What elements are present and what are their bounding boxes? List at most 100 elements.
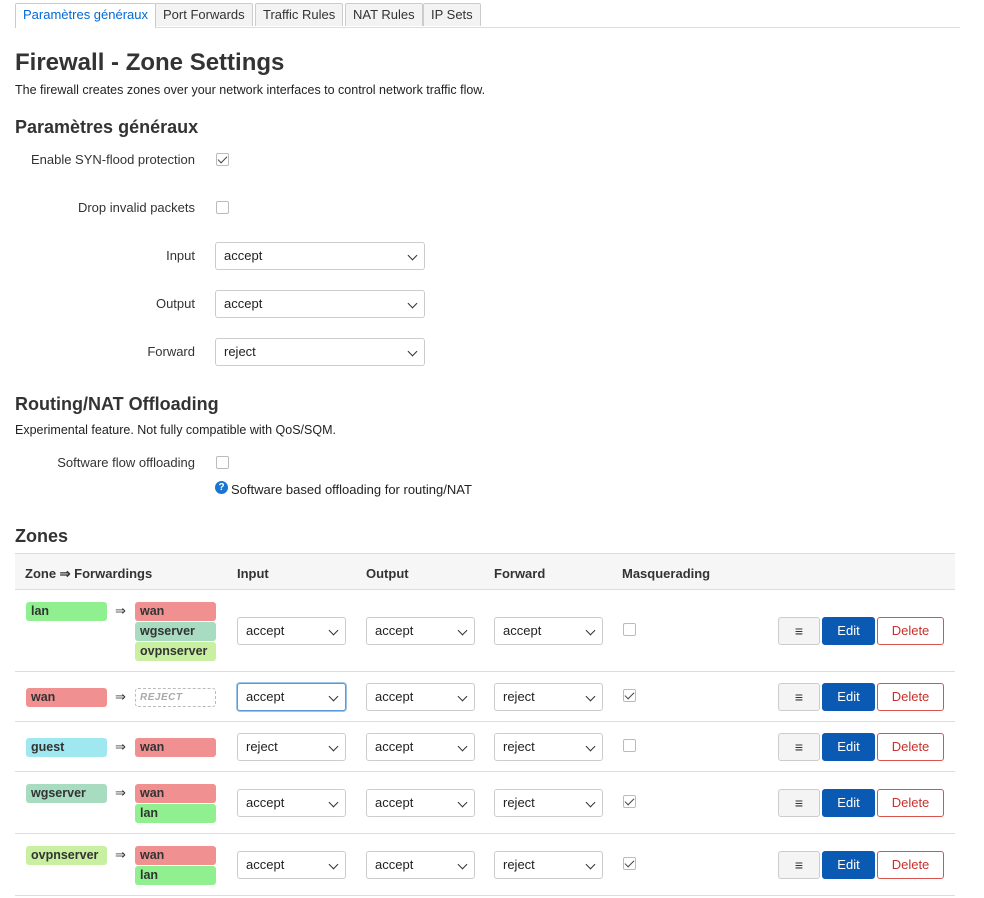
zone-input-value: accept — [246, 623, 285, 638]
zone-forward-value: reject — [503, 689, 535, 704]
forward-zone-badge: lan — [135, 804, 216, 823]
tab-nat-rules[interactable]: NAT Rules — [345, 3, 423, 26]
masquerading-checkbox[interactable] — [623, 689, 636, 702]
syn-flood-checkbox[interactable] — [216, 153, 229, 166]
offload-description: Experimental feature. Not fully compatib… — [15, 423, 336, 437]
chevron-down-icon — [585, 859, 596, 870]
forward-arrow-icon: ⇒ — [115, 739, 126, 754]
delete-button[interactable]: Delete — [877, 683, 944, 711]
zone-output-value: accept — [375, 689, 414, 704]
delete-button[interactable]: Delete — [877, 789, 944, 817]
zone-badge: wan — [26, 688, 107, 707]
chevron-down-icon — [457, 691, 468, 702]
table-row: lan ⇒ wan wgserver ovpnserver accept accept acc… — [15, 590, 955, 672]
edit-button[interactable]: Edit — [822, 733, 875, 761]
masquerading-checkbox[interactable] — [623, 857, 636, 870]
zone-forward-value: reject — [503, 739, 535, 754]
zone-badge: lan — [26, 602, 107, 621]
edit-button[interactable]: Edit — [822, 851, 875, 879]
sw-offload-help-text: Software based offloading for routing/NA… — [231, 482, 472, 497]
chevron-down-icon — [457, 859, 468, 870]
forward-zone-badge: wan — [135, 784, 216, 803]
col-input: Input — [237, 566, 269, 581]
forward-arrow-icon: ⇒ — [115, 689, 126, 704]
general-section-title: Paramètres généraux — [15, 117, 199, 137]
forward-policy-label: Forward — [147, 344, 195, 359]
zone-output-select[interactable]: accept — [366, 851, 475, 879]
output-policy-select[interactable]: accept — [215, 290, 425, 318]
zone-output-select[interactable]: accept — [366, 683, 475, 711]
col-output: Output — [366, 566, 409, 581]
page-description: The firewall creates zones over your net… — [15, 83, 486, 97]
zone-forward-select[interactable]: reject — [494, 851, 603, 879]
zone-forward-value: reject — [503, 795, 535, 810]
input-policy-select[interactable]: accept — [215, 242, 425, 270]
chevron-down-icon — [328, 859, 339, 870]
reorder-handle-icon[interactable]: ≡ — [778, 683, 820, 711]
offload-section-title: Routing/NAT Offloading — [15, 394, 219, 414]
reorder-handle-icon[interactable]: ≡ — [778, 789, 820, 817]
zone-output-select[interactable]: accept — [366, 733, 475, 761]
zone-output-value: accept — [375, 795, 414, 810]
forward-zone-badge: lan — [135, 866, 216, 885]
forward-zone-badge: wan — [135, 846, 216, 865]
zone-input-select[interactable]: accept — [237, 851, 346, 879]
zone-forward-select[interactable]: reject — [494, 683, 603, 711]
input-policy-label: Input — [166, 248, 195, 263]
chevron-down-icon — [328, 625, 339, 636]
zone-input-select[interactable]: accept — [237, 617, 346, 645]
chevron-down-icon — [585, 625, 596, 636]
zone-forward-select[interactable]: reject — [494, 789, 603, 817]
tab-ip-sets[interactable]: IP Sets — [423, 3, 481, 26]
zone-forward-value: reject — [503, 857, 535, 872]
zone-forward-select[interactable]: accept — [494, 617, 603, 645]
tab-bar: Paramètres généraux Port Forwards Traffi… — [15, 3, 960, 28]
drop-invalid-checkbox[interactable] — [216, 201, 229, 214]
delete-button[interactable]: Delete — [877, 851, 944, 879]
chevron-down-icon — [328, 691, 339, 702]
table-row: guest ⇒ wan reject accept reject ≡ Edit Delete — [15, 722, 955, 772]
masquerading-checkbox[interactable] — [623, 623, 636, 636]
chevron-down-icon — [457, 741, 468, 752]
edit-button[interactable]: Edit — [822, 617, 875, 645]
zone-output-value: accept — [375, 623, 414, 638]
edit-button[interactable]: Edit — [822, 789, 875, 817]
zone-input-select[interactable]: reject — [237, 733, 346, 761]
masquerading-checkbox[interactable] — [623, 739, 636, 752]
forward-arrow-icon: ⇒ — [115, 847, 126, 862]
delete-button[interactable]: Delete — [877, 617, 944, 645]
tab-general-settings[interactable]: Paramètres généraux — [15, 3, 157, 28]
chevron-down-icon — [328, 797, 339, 808]
zone-input-select[interactable]: accept — [237, 789, 346, 817]
output-policy-label: Output — [155, 296, 195, 311]
col-forward: Forward — [494, 566, 546, 581]
forward-policy-select[interactable]: reject — [215, 338, 425, 366]
edit-button[interactable]: Edit — [822, 683, 875, 711]
sw-offload-label: Software flow offloading — [57, 455, 195, 470]
zone-badge: ovpnserver — [26, 846, 107, 865]
table-row: wan ⇒ REJECT accept accept reject ≡ Edit Delete — [15, 672, 955, 722]
zone-forward-select[interactable]: reject — [494, 733, 603, 761]
masquerading-checkbox[interactable] — [623, 795, 636, 808]
chevron-down-icon — [585, 797, 596, 808]
sw-offload-checkbox[interactable] — [216, 456, 229, 469]
tab-port-forwards[interactable]: Port Forwards — [155, 3, 253, 26]
col-masquerading: Masquerading — [622, 566, 711, 581]
zone-output-select[interactable]: accept — [366, 789, 475, 817]
tab-traffic-rules[interactable]: Traffic Rules — [255, 3, 344, 26]
reorder-handle-icon[interactable]: ≡ — [778, 851, 820, 879]
delete-button[interactable]: Delete — [877, 733, 944, 761]
help-icon: ? — [215, 481, 228, 494]
table-row: ovpnserver ⇒ wan lan accept accept reject ≡ Edit… — [15, 834, 955, 896]
zone-output-select[interactable]: accept — [366, 617, 475, 645]
forward-policy-value: reject — [224, 344, 256, 359]
input-policy-value: accept — [224, 248, 263, 263]
chevron-down-icon — [407, 346, 418, 357]
chevron-down-icon — [585, 691, 596, 702]
zone-input-select[interactable]: accept — [237, 683, 346, 711]
zone-forward-value: accept — [503, 623, 542, 638]
reorder-handle-icon[interactable]: ≡ — [778, 617, 820, 645]
reorder-handle-icon[interactable]: ≡ — [778, 733, 820, 761]
table-row: wgserver ⇒ wan lan accept accept reject ≡ Edit De… — [15, 772, 955, 834]
forward-arrow-icon: ⇒ — [115, 785, 126, 800]
